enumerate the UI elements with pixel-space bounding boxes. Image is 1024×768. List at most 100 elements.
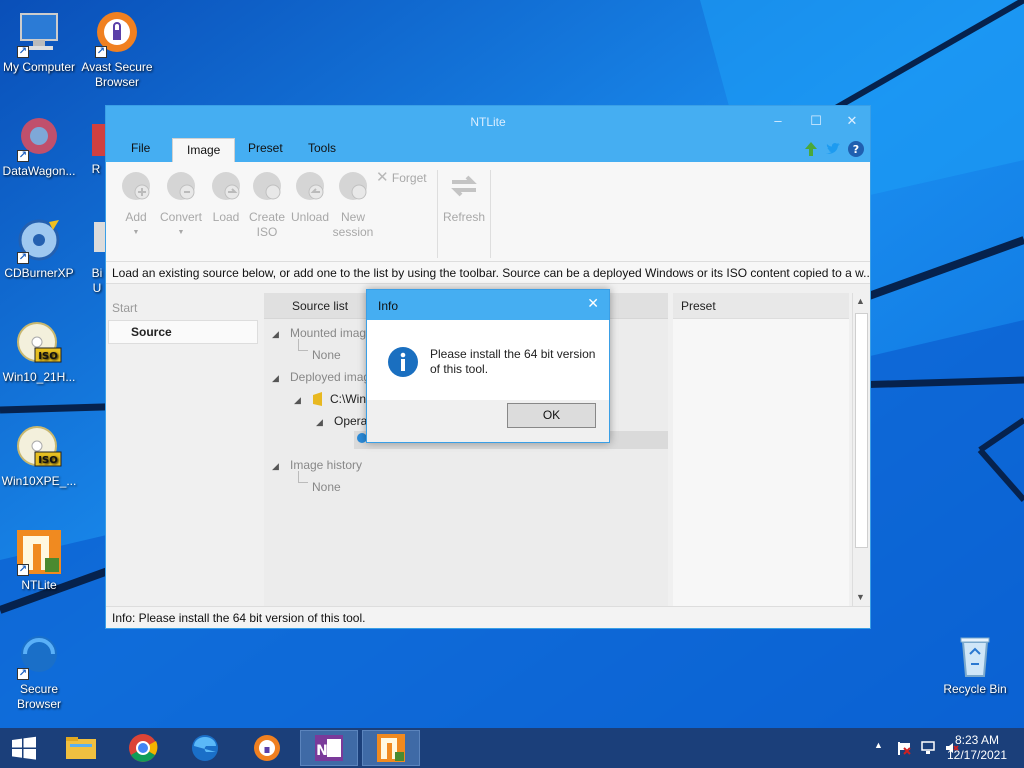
forget-button[interactable]: ✕ Forget bbox=[376, 170, 434, 186]
scroll-up-icon[interactable]: ▲ bbox=[856, 296, 865, 306]
shortcut-arrow-icon: ↗ bbox=[17, 564, 29, 576]
left-navigation: Start Source bbox=[106, 293, 262, 606]
add-button[interactable]: Add ▼ bbox=[118, 170, 154, 240]
iso-disc-icon: ISO bbox=[15, 424, 63, 472]
x-icon: ✕ bbox=[376, 169, 389, 186]
tree-path-item[interactable]: C:\Win bbox=[330, 392, 366, 406]
svg-text:N: N bbox=[316, 743, 328, 759]
menu-preset[interactable]: Preset bbox=[234, 136, 297, 162]
new-session-icon bbox=[339, 172, 367, 200]
window-titlebar[interactable]: NTLite – ☐ ✕ bbox=[106, 106, 870, 136]
add-icon bbox=[122, 172, 150, 200]
refresh-button[interactable]: Refresh bbox=[442, 170, 486, 225]
menu-file[interactable]: File bbox=[117, 136, 164, 162]
desktop-icon-label: R bbox=[91, 162, 101, 176]
desktop-icon-label: My Computer bbox=[2, 60, 76, 74]
tree-mounted-images[interactable]: Mounted imag bbox=[290, 326, 366, 340]
desktop-icon-win10-21h[interactable]: ISO Win10_21H... bbox=[0, 320, 78, 385]
tree-connector bbox=[298, 339, 308, 351]
file-explorer-icon[interactable] bbox=[54, 730, 108, 766]
info-strip: Load an existing source below, or add on… bbox=[106, 262, 870, 284]
desktop-icon-cdburnerxp[interactable]: ↗ CDBurnerXP bbox=[0, 216, 78, 281]
refresh-icon bbox=[451, 175, 477, 197]
ntlite-taskbar-button[interactable] bbox=[362, 730, 420, 766]
twitter-icon[interactable] bbox=[824, 140, 842, 158]
refresh-label: Refresh bbox=[442, 210, 486, 224]
desktop-icon-win10xpe[interactable]: ISO Win10XPE_... bbox=[0, 424, 78, 489]
avast-browser-taskbar-icon[interactable] bbox=[240, 730, 294, 766]
create-iso-icon bbox=[253, 172, 281, 200]
maximize-icon[interactable]: ☐ bbox=[801, 111, 831, 131]
edge-icon[interactable] bbox=[178, 730, 232, 766]
load-button[interactable]: Load bbox=[208, 170, 244, 225]
nav-start[interactable]: Start bbox=[112, 301, 137, 315]
load-icon bbox=[212, 172, 240, 200]
network-icon[interactable] bbox=[920, 740, 936, 756]
desktop-icon-partial-r[interactable]: R bbox=[86, 120, 106, 177]
tree-connector bbox=[298, 471, 308, 483]
desktop-icon-avast-browser[interactable]: ↗ Avast Secure Browser bbox=[78, 10, 156, 90]
menu-image[interactable]: Image bbox=[172, 138, 236, 162]
preset-header[interactable]: Preset bbox=[673, 293, 849, 319]
svg-text:?: ? bbox=[853, 143, 859, 156]
recycle-bin-icon bbox=[951, 632, 999, 680]
folder-icon bbox=[313, 392, 322, 406]
scrollbar-thumb[interactable] bbox=[855, 313, 868, 548]
convert-button[interactable]: Convert ▼ bbox=[159, 170, 203, 240]
new-session-label: New session bbox=[332, 210, 374, 239]
tree-history-none: None bbox=[312, 480, 341, 494]
create-iso-button[interactable]: Create ISO bbox=[249, 170, 285, 240]
tree-operating-systems[interactable]: Opera bbox=[334, 414, 367, 428]
chrome-icon[interactable] bbox=[116, 730, 170, 766]
desktop-icon-secure-browser[interactable]: ↗ Secure Browser bbox=[0, 632, 78, 712]
onenote-taskbar-button[interactable]: N bbox=[300, 730, 358, 766]
create-iso-label: Create ISO bbox=[249, 210, 286, 239]
desktop-icon-label: Recycle Bin bbox=[943, 682, 1007, 696]
desktop-icon-ntlite[interactable]: ↗ NTLite bbox=[0, 528, 78, 593]
unload-button[interactable]: Unload bbox=[290, 170, 330, 225]
system-tray: ▲ 8:23 AM 12/17/2021 bbox=[824, 728, 1024, 768]
dialog-message: Please install the 64 bit version of thi… bbox=[430, 347, 596, 376]
dropdown-arrow-icon: ▼ bbox=[132, 229, 140, 236]
update-arrow-icon[interactable] bbox=[802, 140, 820, 158]
desktop-icon-datawagon[interactable]: ↗ DataWagon... bbox=[0, 114, 78, 179]
close-icon[interactable]: ✕ bbox=[837, 111, 867, 131]
help-icon[interactable]: ? bbox=[847, 140, 865, 158]
expand-triangle-icon[interactable]: ◢ bbox=[316, 417, 323, 428]
show-hidden-icons[interactable]: ▲ bbox=[874, 740, 883, 750]
shortcut-arrow-icon: ↗ bbox=[17, 668, 29, 680]
vertical-scrollbar[interactable]: ▲ ▼ bbox=[852, 293, 870, 606]
ok-button[interactable]: OK bbox=[507, 403, 596, 428]
tree-deployed-images[interactable]: Deployed imag bbox=[290, 370, 370, 384]
desktop-icon-recycle-bin[interactable]: Recycle Bin bbox=[936, 632, 1014, 697]
dialog-titlebar[interactable]: Info ✕ bbox=[367, 290, 609, 320]
expand-triangle-icon[interactable]: ◢ bbox=[272, 373, 279, 384]
expand-triangle-icon[interactable]: ◢ bbox=[272, 329, 279, 340]
add-label: Add bbox=[125, 210, 147, 224]
ribbon-separator bbox=[437, 170, 438, 258]
menu-tools[interactable]: Tools bbox=[294, 136, 350, 162]
ribbon-separator bbox=[490, 170, 491, 258]
minimize-icon[interactable]: – bbox=[763, 111, 793, 131]
desktop-icon-partial-bi[interactable]: Bi U bbox=[88, 218, 106, 296]
dialog-close-icon[interactable]: ✕ bbox=[587, 295, 599, 312]
desktop-icon-label: Win10XPE_... bbox=[1, 474, 77, 488]
secure-browser-icon: ↗ bbox=[15, 632, 63, 680]
expand-triangle-icon[interactable]: ◢ bbox=[294, 395, 301, 406]
windows-start-icon[interactable] bbox=[0, 730, 48, 766]
tree-image-history[interactable]: Image history bbox=[290, 458, 362, 472]
new-session-button[interactable]: New session bbox=[332, 170, 374, 240]
svg-text:ISO: ISO bbox=[38, 455, 57, 466]
window-title: NTLite bbox=[470, 115, 506, 129]
convert-icon bbox=[167, 172, 195, 200]
action-center-flag-icon[interactable] bbox=[896, 740, 912, 756]
unload-label: Unload bbox=[290, 210, 330, 224]
shortcut-arrow-icon: ↗ bbox=[17, 46, 29, 58]
ntlite-icon bbox=[377, 734, 405, 762]
nav-source[interactable]: Source bbox=[108, 320, 258, 344]
shortcut-arrow-icon: ↗ bbox=[17, 150, 29, 162]
expand-triangle-icon[interactable]: ◢ bbox=[272, 461, 279, 472]
clock[interactable]: 8:23 AM 12/17/2021 bbox=[942, 733, 1012, 763]
desktop-icon-my-computer[interactable]: ↗ My Computer bbox=[0, 10, 78, 75]
scroll-down-icon[interactable]: ▼ bbox=[856, 592, 865, 602]
